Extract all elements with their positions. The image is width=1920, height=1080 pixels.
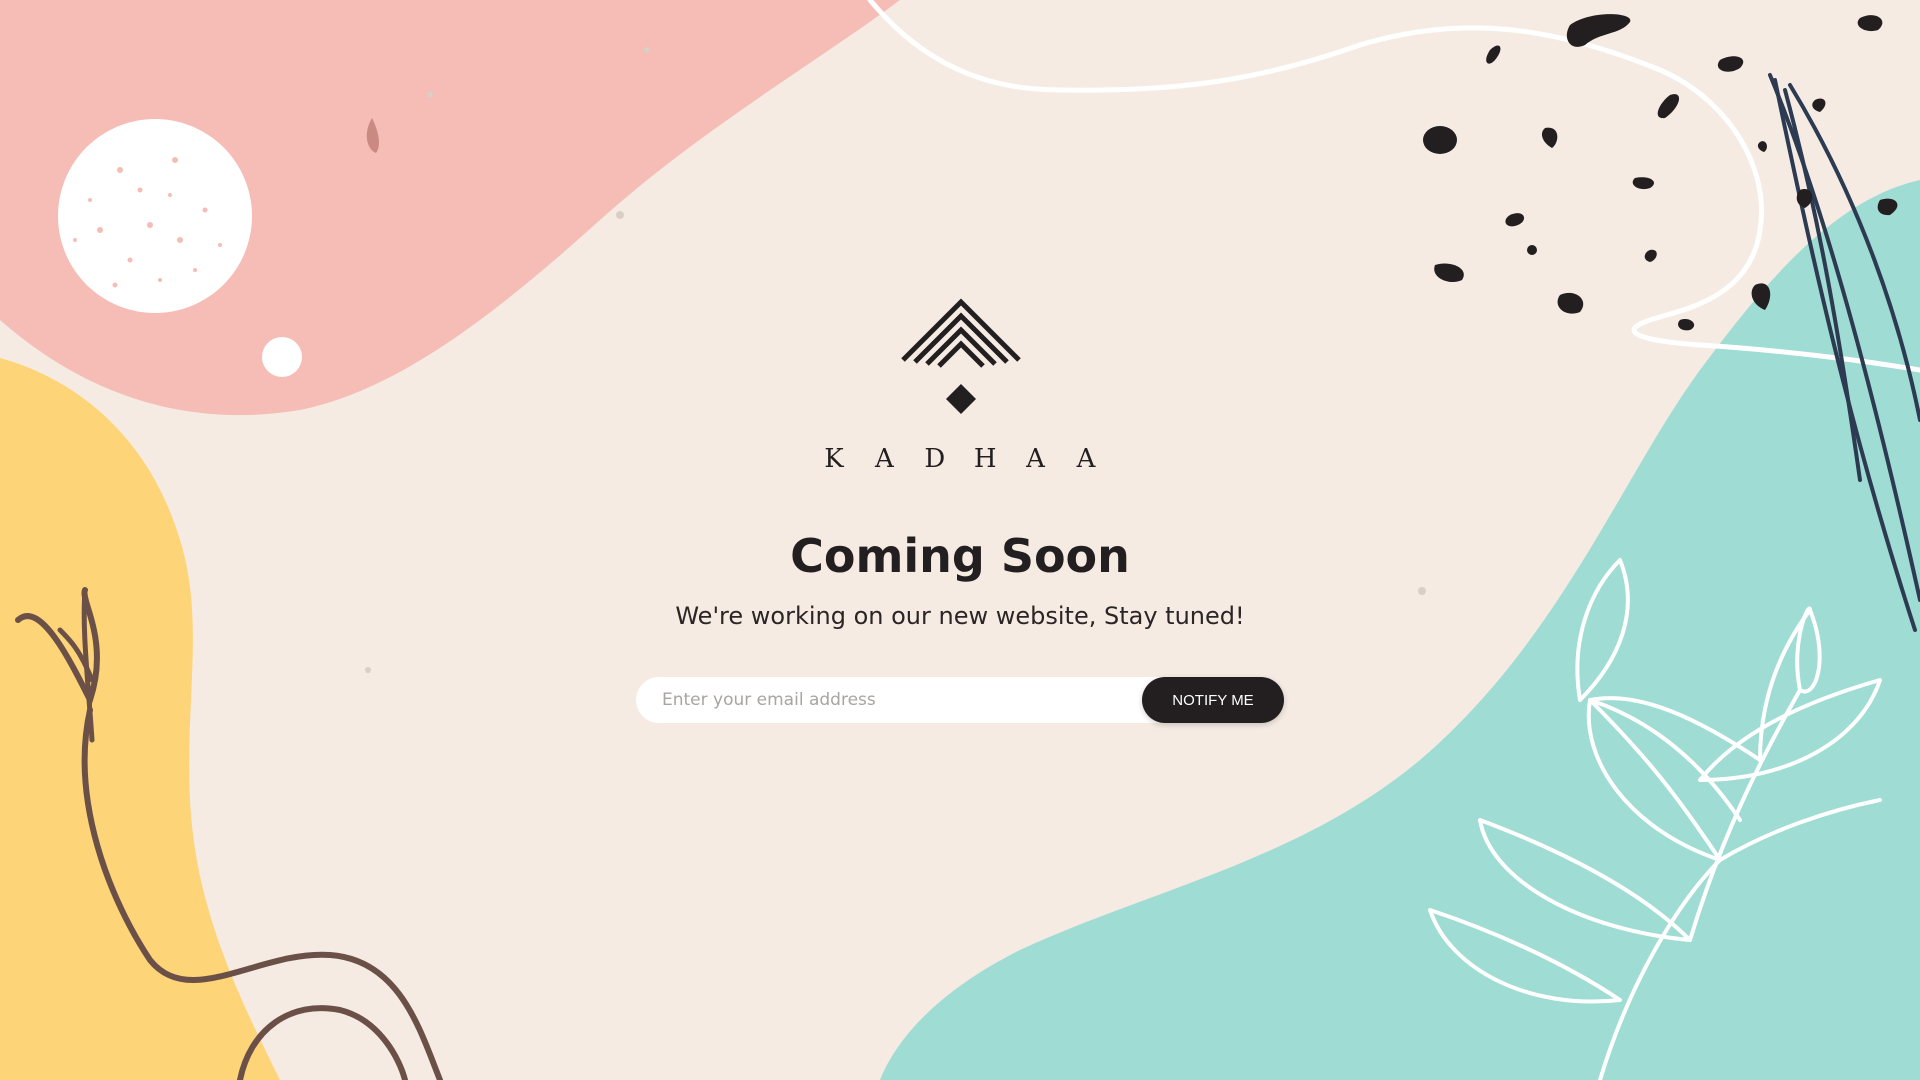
brand-wordmark: K A D H A A <box>820 444 1100 474</box>
coming-soon-page: K A D H A A Coming Soon We're working on… <box>0 0 1920 1080</box>
notify-form: NOTIFY ME <box>636 677 1284 723</box>
brand-letter: K <box>824 444 844 474</box>
page-title: Coming Soon <box>790 529 1130 583</box>
brand-letter: A <box>875 444 894 474</box>
brand-letter: A <box>1026 444 1045 474</box>
brand-letter: A <box>1076 444 1096 474</box>
main-content: K A D H A A Coming Soon We're working on… <box>0 0 1920 1080</box>
kadhaa-logo-icon <box>901 298 1021 414</box>
page-subtitle: We're working on our new website, Stay t… <box>675 602 1245 630</box>
brand-letter: H <box>973 444 997 474</box>
notify-me-button[interactable]: NOTIFY ME <box>1142 677 1284 723</box>
brand-letter: D <box>924 444 946 474</box>
